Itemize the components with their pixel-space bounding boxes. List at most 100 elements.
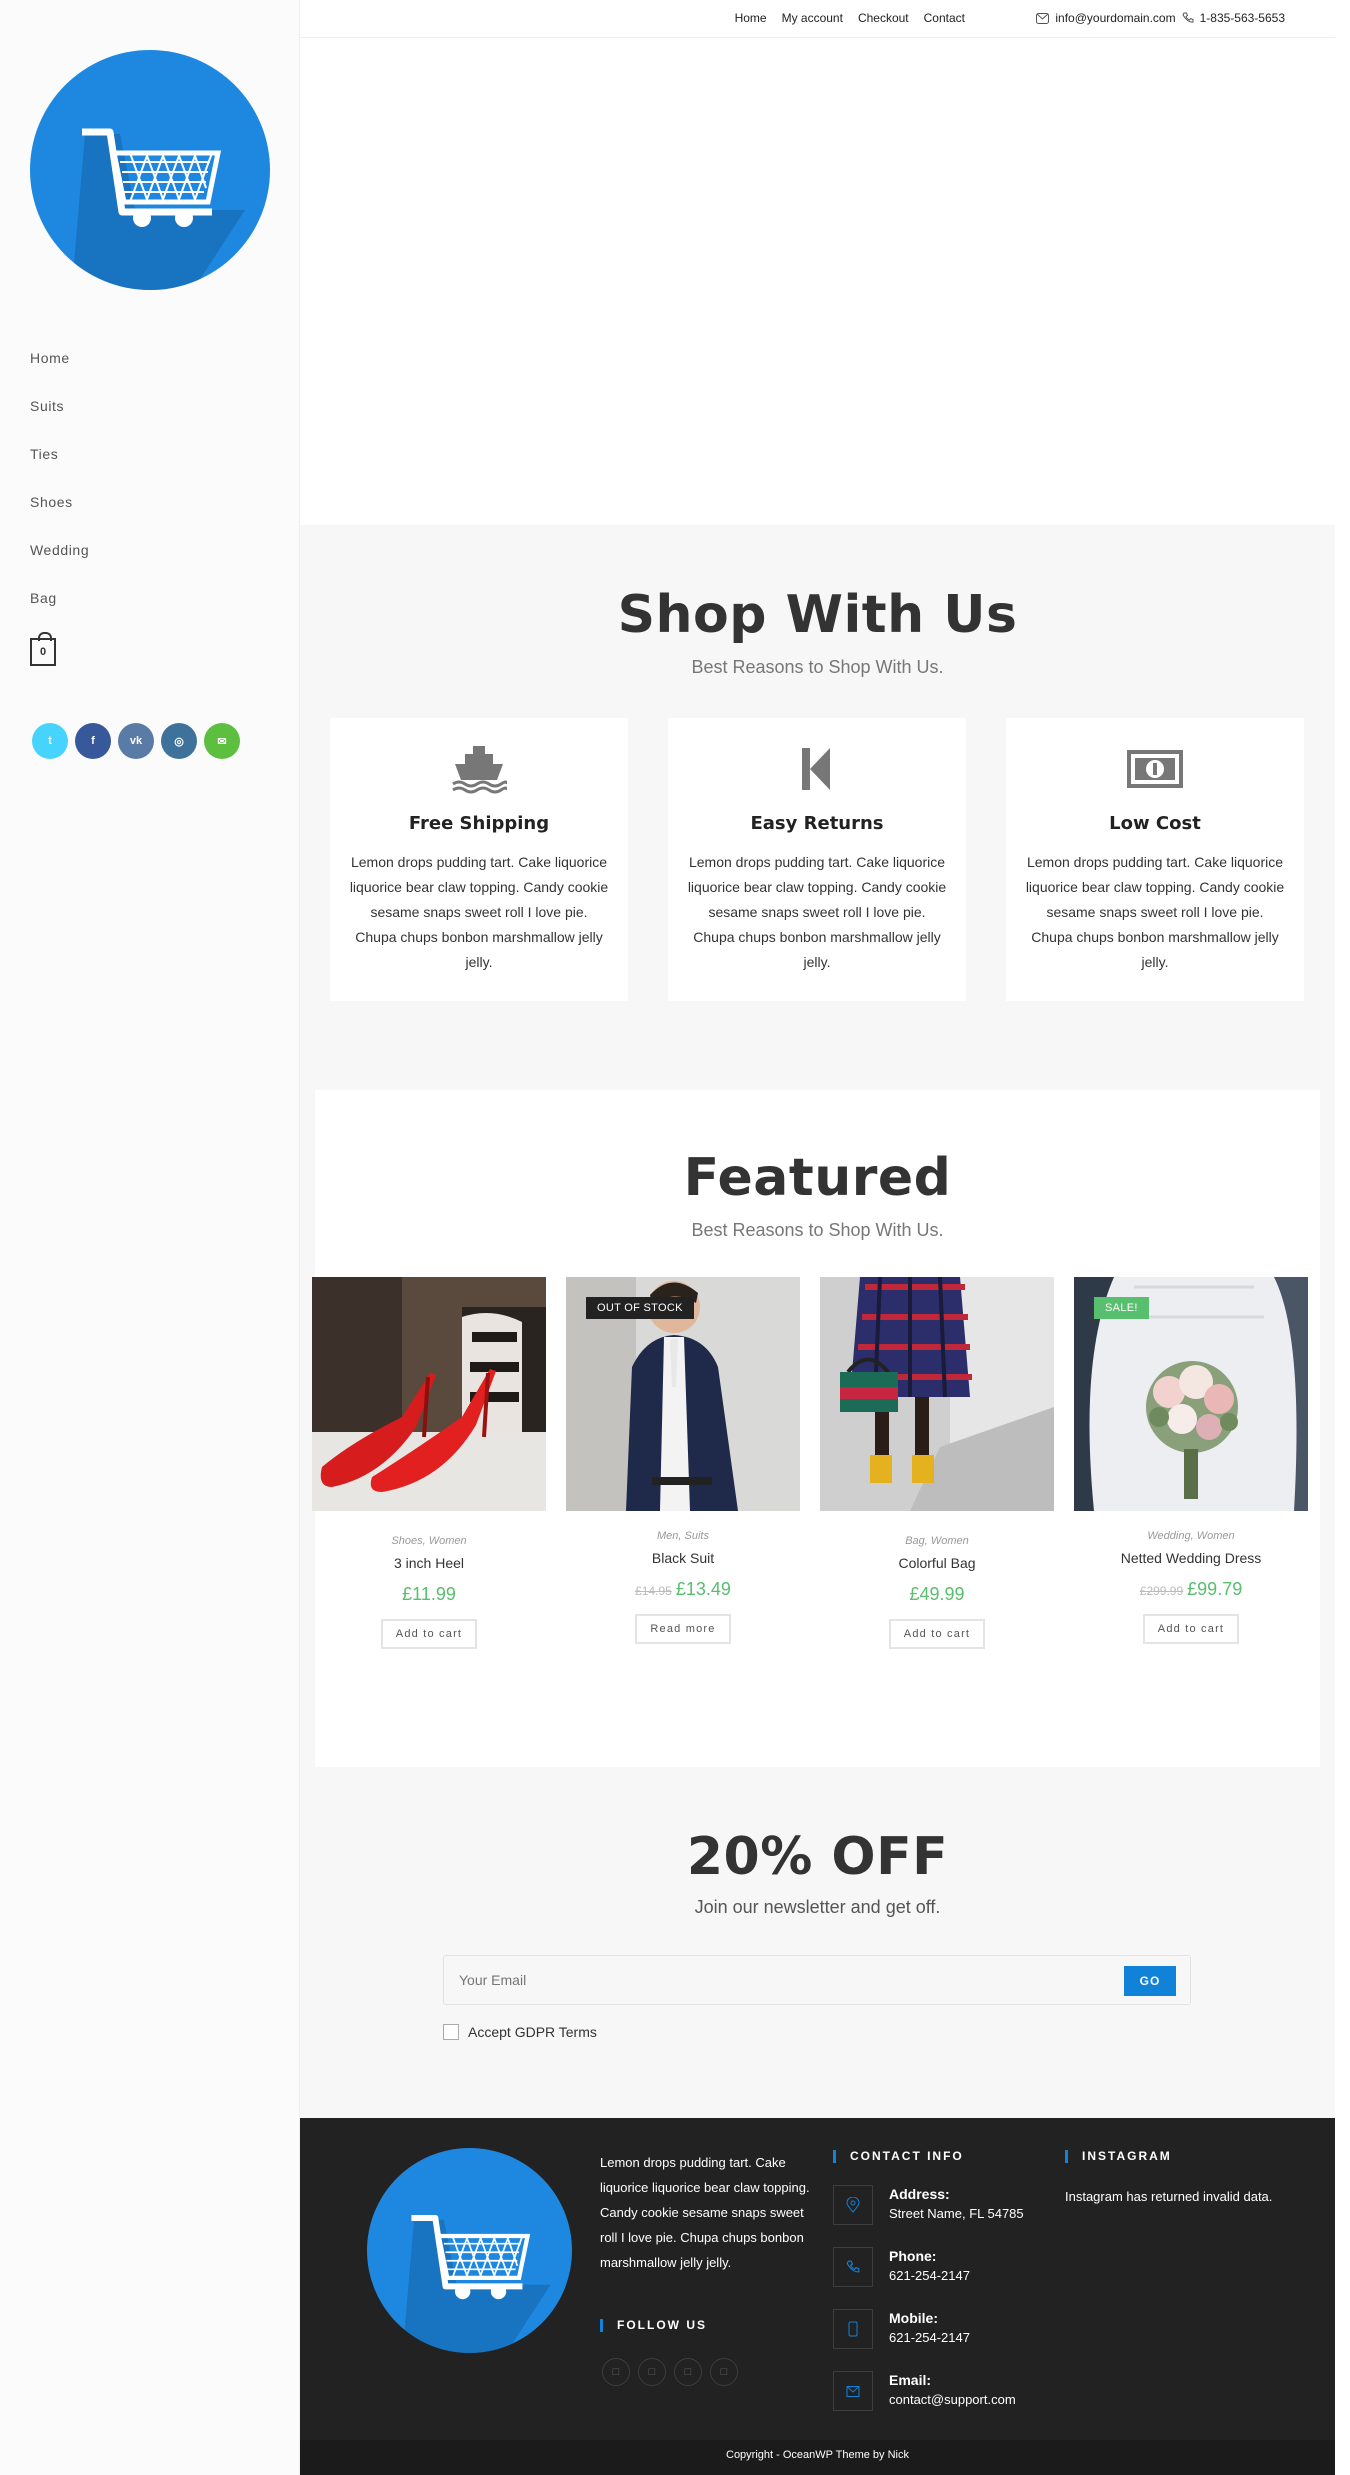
instagram-heading: INSTAGRAM <box>1065 2150 1285 2163</box>
contact-value[interactable]: 621-254-2147 <box>889 2330 970 2345</box>
wechat-icon[interactable]: ✉ <box>204 723 240 759</box>
instagram-message: Instagram has returned invalid data. <box>1065 2189 1273 2204</box>
top-email[interactable]: info@yourdomain.com <box>1055 11 1175 25</box>
newsletter-email-input[interactable] <box>459 1972 1059 1988</box>
money-icon <box>1127 750 1183 788</box>
product-name[interactable]: Black Suit <box>566 1550 800 1566</box>
feature-card: Low Cost Lemon drops pudding tart. Cake … <box>1006 718 1304 1001</box>
product-categories[interactable]: Shoes, Women <box>312 1535 546 1547</box>
step-backward-icon <box>802 748 830 790</box>
map-pin-icon <box>846 2197 860 2213</box>
product-price: £299.99 £99.79 <box>1074 1579 1308 1600</box>
feature-text: Lemon drops pudding tart. Cake liquorice… <box>349 854 609 970</box>
top-nav-home[interactable]: Home <box>735 11 767 25</box>
footer-cart-logo <box>367 2148 572 2353</box>
product-image-heel[interactable] <box>312 1277 546 1511</box>
feature-card: Easy Returns Lemon drops pudding tart. C… <box>668 718 966 1001</box>
feature-title: Low Cost <box>1109 813 1201 834</box>
left-sidebar: Home Suits Ties Shoes Wedding Bag 0 t f … <box>0 0 300 2475</box>
top-bar: Home My account Checkout Contact info@yo… <box>300 0 1335 38</box>
contact-item-address: Address: Street Name, FL 54785 <box>833 2185 1053 2225</box>
product-card: SALE! Wedding, Women Netted Wedding Dres… <box>1074 1277 1308 1649</box>
sidebar-item-ties[interactable]: Ties <box>30 436 89 484</box>
product-current-price: £13.49 <box>675 1579 731 1599</box>
featured-title: Featured <box>683 1148 952 1208</box>
envelope-icon <box>846 2385 860 2397</box>
sidebar-social-links: t f vk ◎ ✉ <box>32 723 240 759</box>
cart-icon[interactable]: 0 <box>30 632 56 666</box>
newsletter-form: GO <box>443 1955 1191 2005</box>
feature-text: Lemon drops pudding tart. Cake liquorice… <box>1025 854 1285 970</box>
gdpr-checkbox-row[interactable]: Accept GDPR Terms <box>443 2024 597 2040</box>
sidebar-item-bag[interactable]: Bag <box>30 580 89 628</box>
footer-social-links: □ □ □ □ <box>602 2358 738 2386</box>
follow-us-heading: FOLLOW US <box>600 2319 707 2332</box>
shop-section-title: Shop With Us <box>617 585 1018 645</box>
gdpr-checkbox[interactable] <box>443 2024 459 2040</box>
footer-about-text: Lemon drops pudding tart. Cake liquorice… <box>600 2155 810 2270</box>
main-content: Home My account Checkout Contact info@yo… <box>300 0 1335 2119</box>
top-contact: info@yourdomain.com 1-835-563-5653 <box>1036 11 1285 25</box>
product-name[interactable]: 3 inch Heel <box>312 1555 546 1571</box>
contact-value[interactable]: contact@support.com <box>889 2392 1016 2407</box>
newsletter-title: 20% OFF <box>686 1827 949 1887</box>
contact-item-mobile: Mobile: 621-254-2147 <box>833 2309 1053 2349</box>
product-name[interactable]: Netted Wedding Dress <box>1074 1550 1308 1566</box>
feature-list: Free Shipping Lemon drops pudding tart. … <box>330 718 1305 1001</box>
sale-badge: SALE! <box>1094 1297 1149 1319</box>
copyright-bar: Copyright - OceanWP Theme by Nick <box>300 2440 1335 2475</box>
sidebar-item-suits[interactable]: Suits <box>30 388 89 436</box>
sidebar-item-home[interactable]: Home <box>30 340 89 388</box>
product-categories[interactable]: Wedding, Women <box>1074 1530 1308 1542</box>
feature-card: Free Shipping Lemon drops pudding tart. … <box>330 718 628 1001</box>
newsletter-section: 20% OFF Join our newsletter and get off.… <box>300 1767 1335 2119</box>
product-image-suit[interactable]: OUT OF STOCK <box>566 1277 800 1511</box>
facebook-icon[interactable]: f <box>75 723 111 759</box>
top-nav-checkout[interactable]: Checkout <box>858 11 909 25</box>
footer-social-icon[interactable]: □ <box>710 2358 738 2386</box>
twitter-icon[interactable]: t <box>32 723 68 759</box>
sidebar-item-wedding[interactable]: Wedding <box>30 532 89 580</box>
read-more-button[interactable]: Read more <box>635 1614 731 1644</box>
footer-social-icon[interactable]: □ <box>602 2358 630 2386</box>
vk-icon[interactable]: vk <box>118 723 154 759</box>
hero-banner <box>300 38 1335 525</box>
add-to-cart-button[interactable]: Add to cart <box>380 1619 478 1649</box>
product-grid: Shoes, Women 3 inch Heel £11.99 Add to c… <box>312 1276 1308 1649</box>
cart-logo[interactable] <box>30 50 270 290</box>
contact-value[interactable]: 621-254-2147 <box>889 2268 970 2283</box>
feature-text: Lemon drops pudding tart. Cake liquorice… <box>687 854 947 970</box>
product-current-price: £99.79 <box>1187 1579 1243 1599</box>
footer-social-icon[interactable]: □ <box>674 2358 702 2386</box>
newsletter-go-button[interactable]: GO <box>1124 1966 1176 1996</box>
instagram-icon[interactable]: ◎ <box>161 723 197 759</box>
footer-social-icon[interactable]: □ <box>638 2358 666 2386</box>
featured-section: Featured Best Reasons to Shop With Us. S… <box>300 1090 1335 1767</box>
mobile-icon <box>848 2321 858 2337</box>
top-nav-contact[interactable]: Contact <box>924 11 965 25</box>
phone-icon <box>1182 12 1194 23</box>
copyright-text: Copyright - OceanWP Theme by Nick <box>726 2449 909 2461</box>
sidebar-item-shoes[interactable]: Shoes <box>30 484 89 532</box>
cart-count: 0 <box>39 646 47 658</box>
top-phone[interactable]: 1-835-563-5653 <box>1200 11 1285 25</box>
top-nav-my-account[interactable]: My account <box>782 11 843 25</box>
contact-item-email: Email: contact@support.com <box>833 2371 1053 2411</box>
product-image-bag[interactable] <box>820 1276 1054 1511</box>
contact-label: Address: <box>889 2186 950 2202</box>
ship-icon <box>452 746 507 794</box>
add-to-cart-button[interactable]: Add to cart <box>888 1619 986 1649</box>
product-card: Bag, Women Colorful Bag £49.99 Add to ca… <box>820 1276 1054 1649</box>
product-image-wedding[interactable]: SALE! <box>1074 1277 1308 1511</box>
top-nav: Home My account Checkout Contact <box>735 11 965 25</box>
footer-instagram: INSTAGRAM Instagram has returned invalid… <box>1065 2150 1285 2209</box>
contact-label: Mobile: <box>889 2310 938 2326</box>
product-current-price: £11.99 <box>402 1584 456 1604</box>
product-name[interactable]: Colorful Bag <box>820 1555 1054 1571</box>
add-to-cart-button[interactable]: Add to cart <box>1142 1614 1240 1644</box>
newsletter-subtitle: Join our newsletter and get off. <box>694 1897 941 1917</box>
product-categories[interactable]: Bag, Women <box>820 1535 1054 1547</box>
product-price: £11.99 <box>312 1584 546 1605</box>
footer-contact-info: CONTACT INFO Address: Street Name, FL 547… <box>833 2150 1053 2411</box>
product-categories[interactable]: Men, Suits <box>566 1530 800 1542</box>
